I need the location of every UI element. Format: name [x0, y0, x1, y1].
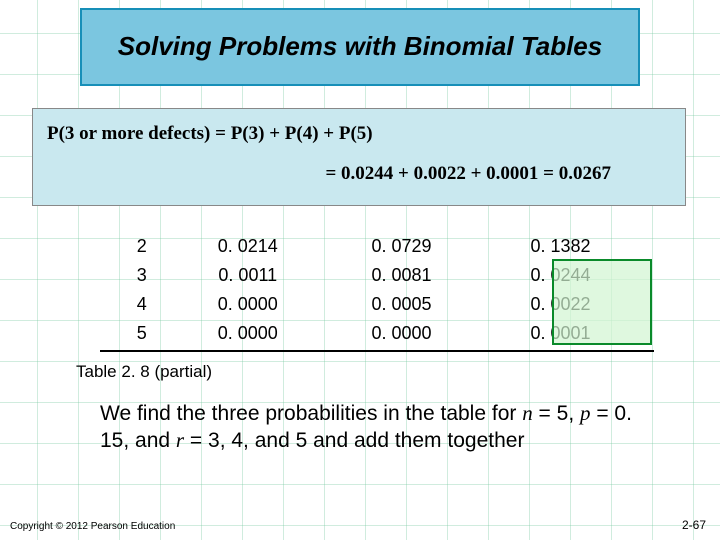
equation-line-2: = 0.0244 + 0.0022 + 0.0001 = 0.0267	[47, 163, 671, 185]
table-caption: Table 2. 8 (partial)	[76, 362, 212, 382]
slide-title: Solving Problems with Binomial Tables	[118, 32, 602, 62]
cell-c2: 0. 0000	[322, 319, 481, 348]
cell-c1: 0. 0011	[174, 261, 322, 290]
body-fragment: We find the three probabilities in the t…	[100, 402, 522, 425]
table-divider	[100, 350, 654, 352]
var-p: p	[580, 401, 591, 425]
cell-c2: 0. 0081	[322, 261, 481, 290]
cell-c1: 0. 0214	[174, 232, 322, 261]
table-row: 5 0. 0000 0. 0000 0. 0001	[110, 319, 640, 348]
equation-line-1: P(3 or more defects) = P(3) + P(4) + P(5…	[47, 123, 671, 145]
table-row: 3 0. 0011 0. 0081 0. 0244	[110, 261, 640, 290]
slide: Solving Problems with Binomial Tables P(…	[0, 0, 720, 540]
data-table: 2 0. 0214 0. 0729 0. 1382 3 0. 0011 0. 0…	[110, 232, 640, 348]
cell-c1: 0. 0000	[174, 319, 322, 348]
body-paragraph: We find the three probabilities in the t…	[100, 400, 660, 455]
page-number: 2-67	[682, 518, 706, 532]
cell-c2: 0. 0729	[322, 232, 481, 261]
cell-r: 2	[110, 232, 174, 261]
body-fragment: = 5,	[533, 402, 580, 425]
slide-title-box: Solving Problems with Binomial Tables	[80, 8, 640, 86]
cell-c3: 0. 0001	[481, 319, 640, 348]
cell-r: 3	[110, 261, 174, 290]
var-n: n	[522, 401, 533, 425]
table-row: 2 0. 0214 0. 0729 0. 1382	[110, 232, 640, 261]
cell-c3: 0. 0022	[481, 290, 640, 319]
cell-c3: 0. 1382	[481, 232, 640, 261]
body-fragment: = 3, 4, and 5 and add them together	[184, 429, 524, 452]
cell-c3: 0. 0244	[481, 261, 640, 290]
cell-r: 4	[110, 290, 174, 319]
cell-c1: 0. 0000	[174, 290, 322, 319]
cell-r: 5	[110, 319, 174, 348]
copyright: Copyright © 2012 Pearson Education	[10, 521, 175, 532]
equation-box: P(3 or more defects) = P(3) + P(4) + P(5…	[32, 108, 686, 206]
cell-c2: 0. 0005	[322, 290, 481, 319]
var-r: r	[176, 428, 184, 452]
table-row: 4 0. 0000 0. 0005 0. 0022	[110, 290, 640, 319]
